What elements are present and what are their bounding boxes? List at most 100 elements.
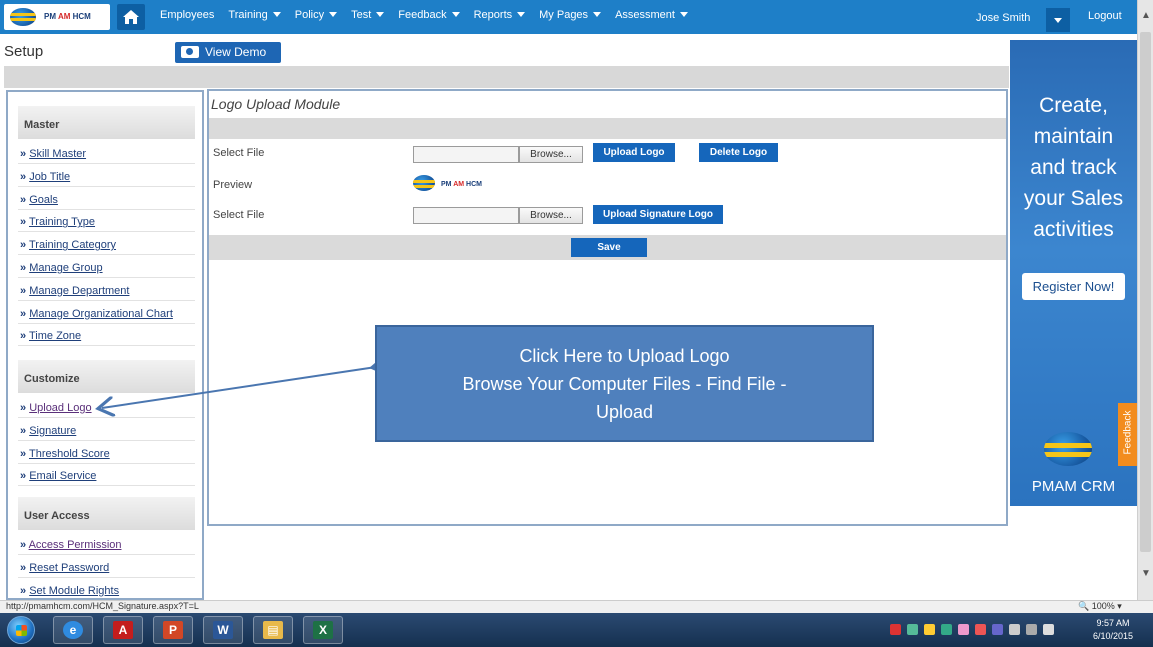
logo-wordmark: PM AM HCM	[44, 12, 91, 21]
vertical-scrollbar[interactable]: ▲ ▼	[1137, 0, 1153, 600]
network-tool-icon[interactable]	[907, 624, 918, 635]
bullet-icon: »	[20, 262, 27, 274]
file-explorer-icon[interactable]: ▤	[253, 616, 293, 644]
view-demo-button[interactable]: View Demo	[175, 42, 281, 63]
display-icon[interactable]	[1026, 624, 1037, 635]
sidebar-link[interactable]: Signature	[29, 425, 76, 437]
bullet-icon: »	[20, 284, 27, 297]
sidebar-link[interactable]: Upload Logo	[29, 402, 91, 414]
sidebar-item-manage-department[interactable]: » Manage Department	[18, 279, 195, 301]
sidebar-item-goals[interactable]: » Goals	[18, 188, 195, 210]
ad-headline-line: and track	[1030, 156, 1117, 179]
nav-item-policy[interactable]: Policy	[295, 0, 338, 34]
nav-item-label: Test	[351, 9, 372, 21]
sidebar-item-reset-password[interactable]: » Reset Password	[18, 556, 195, 578]
sidebar-item-upload-logo[interactable]: » Upload Logo	[18, 396, 195, 418]
sidebar-item-signature[interactable]: » Signature	[18, 419, 195, 441]
sidebar-item-set-module-rights[interactable]: » Set Module Rights	[18, 579, 195, 598]
home-icon	[123, 10, 139, 24]
user-menu-dropdown[interactable]	[1046, 8, 1070, 32]
register-now-button[interactable]: Register Now!	[1022, 273, 1125, 300]
delete-logo-button[interactable]: Delete Logo	[699, 143, 778, 162]
chevron-down-icon	[679, 12, 688, 17]
save-button[interactable]: Save	[571, 238, 647, 257]
nav-item-my-pages[interactable]: My Pages	[539, 0, 602, 34]
nav-item-test[interactable]: Test	[351, 0, 385, 34]
nav-item-training[interactable]: Training	[228, 0, 281, 34]
status-url: http://pmamhcm.com/HCM_Signature.aspx?T=…	[6, 601, 199, 611]
logo-browse-button[interactable]: Browse...	[519, 146, 583, 163]
sidebar-link[interactable]: Time Zone	[29, 330, 81, 342]
app-tray-icon[interactable]	[941, 624, 952, 635]
sidebar-item-manage-group[interactable]: » Manage Group	[18, 256, 195, 278]
sidebar-item-training-category[interactable]: » Training Category	[18, 233, 195, 256]
mail-icon[interactable]	[958, 624, 969, 635]
sidebar-link[interactable]: Goals	[29, 194, 58, 206]
sidebar-link[interactable]: Email Service	[29, 470, 96, 482]
nav-item-label: Employees	[160, 9, 215, 21]
pmam-logo[interactable]: PM AM HCM	[4, 4, 110, 30]
chevron-down-icon	[593, 12, 602, 17]
bullet-icon: »	[20, 561, 27, 574]
nav-item-assessment[interactable]: Assessment	[615, 0, 688, 34]
chevron-down-icon	[376, 12, 385, 17]
system-tray[interactable]	[890, 624, 1060, 635]
sidebar-link[interactable]: Set Module Rights	[29, 585, 119, 597]
sidebar-link[interactable]: Training Category	[29, 239, 116, 251]
callout-line-3: Upload	[595, 402, 654, 422]
sidebar-link[interactable]: Job Title	[29, 171, 70, 183]
zoom-level[interactable]: 🔍 100% ▾	[1078, 601, 1122, 612]
nav-item-feedback[interactable]: Feedback	[398, 0, 460, 34]
windows-start-icon[interactable]	[7, 616, 35, 644]
excel-icon[interactable]: X	[303, 616, 343, 644]
sidebar-item-manage-organizational-chart[interactable]: » Manage Organizational Chart	[18, 302, 195, 324]
clock-time: 9:57 AM	[1096, 618, 1130, 628]
upload-signature-logo-button[interactable]: Upload Signature Logo	[593, 205, 723, 224]
callout-line-2: Browse Your Computer Files - Find File -	[462, 374, 787, 394]
nav-item-label: Training	[228, 9, 268, 21]
sidebar-link[interactable]: Manage Organizational Chart	[29, 308, 173, 320]
scroll-thumb[interactable]	[1140, 32, 1151, 552]
logo-file-input[interactable]	[413, 146, 519, 163]
sidebar-link[interactable]: Reset Password	[29, 562, 109, 574]
system-clock[interactable]: 9:57 AM 6/10/2015	[1088, 617, 1138, 643]
sidebar-item-time-zone[interactable]: » Time Zone	[18, 324, 195, 347]
word-icon[interactable]: W	[203, 616, 243, 644]
action-center-icon[interactable]	[1009, 624, 1020, 635]
nav-item-reports[interactable]: Reports	[474, 0, 526, 34]
security-icon[interactable]	[975, 624, 986, 635]
logout-link[interactable]: Logout	[1088, 10, 1122, 22]
logo-upload-panel: Logo Upload Module Select File Browse...…	[207, 89, 1008, 526]
upload-logo-button[interactable]: Upload Logo	[593, 143, 675, 162]
sidebar-link[interactable]: Training Type	[29, 216, 95, 228]
sidebar-item-training-type[interactable]: » Training Type	[18, 210, 195, 233]
sidebar-link[interactable]: Access Permission	[29, 539, 122, 551]
feedback-tab[interactable]: Feedback	[1118, 403, 1137, 466]
sidebar-item-threshold-score[interactable]: » Threshold Score	[18, 442, 195, 464]
sidebar-link[interactable]: Skill Master	[29, 148, 86, 160]
sidebar-item-skill-master[interactable]: » Skill Master	[18, 142, 195, 164]
acrobat-icon[interactable]: A	[103, 616, 143, 644]
home-button[interactable]	[117, 4, 145, 30]
sidebar-link[interactable]: Manage Group	[29, 262, 102, 274]
sidebar-item-access-permission[interactable]: » Access Permission	[18, 533, 195, 555]
scroll-down-icon[interactable]: ▼	[1138, 568, 1153, 588]
nav-item-employees[interactable]: Employees	[160, 0, 214, 34]
sidebar-link[interactable]: Manage Department	[29, 285, 129, 297]
chevron-down-icon	[272, 12, 281, 17]
weather-icon[interactable]	[924, 624, 935, 635]
powerpoint-icon[interactable]: P	[153, 616, 193, 644]
bullet-icon: »	[20, 193, 27, 206]
vpn-icon[interactable]	[992, 624, 1003, 635]
scroll-up-icon[interactable]: ▲	[1138, 10, 1153, 30]
signature-file-input[interactable]	[413, 207, 519, 224]
sidebar-link[interactable]: Threshold Score	[29, 448, 110, 460]
volume-icon[interactable]	[1043, 624, 1054, 635]
internet-explorer-icon[interactable]: e	[53, 616, 93, 644]
shield-icon[interactable]	[890, 624, 901, 635]
main-menu: Employees Training Policy Test Feedback Repor…	[160, 0, 702, 34]
signature-browse-button[interactable]: Browse...	[519, 207, 583, 224]
sidebar-item-email-service[interactable]: » Email Service	[18, 464, 195, 487]
sidebar-item-job-title[interactable]: » Job Title	[18, 165, 195, 187]
ad-headline-line: Create,	[1039, 94, 1108, 117]
